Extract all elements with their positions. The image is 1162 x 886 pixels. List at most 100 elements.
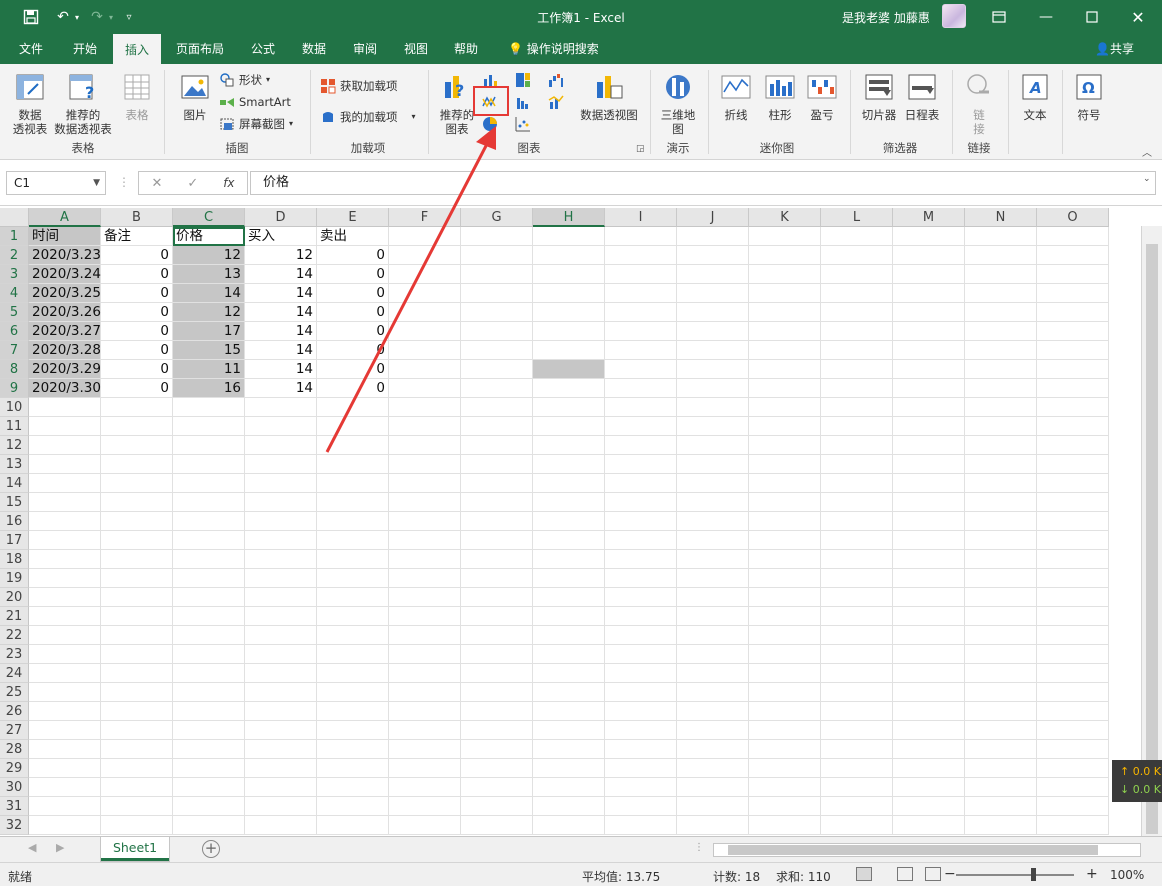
table-cell[interactable]	[245, 740, 317, 759]
table-cell[interactable]	[461, 512, 533, 531]
table-cell[interactable]	[893, 740, 965, 759]
table-cell[interactable]	[461, 227, 533, 246]
table-cell[interactable]: 2020/3.25	[29, 284, 101, 303]
table-cell[interactable]	[317, 569, 389, 588]
row-header[interactable]: 9	[0, 379, 29, 398]
column-header[interactable]: G	[461, 208, 533, 227]
table-cell[interactable]: 14	[245, 360, 317, 379]
table-cell[interactable]	[317, 740, 389, 759]
table-cell[interactable]	[605, 626, 677, 645]
table-cell[interactable]	[533, 493, 605, 512]
table-cell[interactable]	[677, 436, 749, 455]
table-cell[interactable]	[173, 721, 245, 740]
row-header[interactable]: 23	[0, 645, 29, 664]
table-cell[interactable]	[533, 265, 605, 284]
table-cell[interactable]	[821, 341, 893, 360]
table-cell[interactable]: 14	[245, 379, 317, 398]
normal-view-icon[interactable]	[856, 867, 872, 881]
table-cell[interactable]: 15	[173, 341, 245, 360]
table-cell[interactable]	[29, 474, 101, 493]
table-cell[interactable]: 17	[173, 322, 245, 341]
table-cell[interactable]	[317, 645, 389, 664]
table-cell[interactable]	[677, 569, 749, 588]
table-cell[interactable]	[173, 702, 245, 721]
table-cell[interactable]	[1037, 626, 1109, 645]
next-sheet-icon[interactable]: ▶	[56, 841, 64, 854]
table-cell[interactable]	[677, 284, 749, 303]
table-cell[interactable]	[605, 664, 677, 683]
pie-chart-icon[interactable]	[482, 116, 498, 132]
table-cell[interactable]	[605, 436, 677, 455]
table-cell[interactable]	[29, 683, 101, 702]
table-cell[interactable]	[101, 474, 173, 493]
table-cell[interactable]	[965, 607, 1037, 626]
table-cell[interactable]	[1037, 227, 1109, 246]
table-cell[interactable]: 2020/3.26	[29, 303, 101, 322]
table-cell[interactable]	[677, 702, 749, 721]
table-cell[interactable]	[749, 436, 821, 455]
page-layout-view-icon[interactable]	[897, 867, 913, 881]
table-cell[interactable]	[533, 721, 605, 740]
3d-map-button[interactable]: 三维地 图	[656, 72, 700, 136]
table-cell[interactable]	[749, 721, 821, 740]
zoom-slider[interactable]	[956, 874, 1074, 876]
table-cell[interactable]	[29, 816, 101, 835]
table-cell[interactable]	[821, 797, 893, 816]
table-cell[interactable]	[461, 493, 533, 512]
table-cell[interactable]	[821, 588, 893, 607]
table-cell[interactable]	[1037, 455, 1109, 474]
table-cell[interactable]	[533, 588, 605, 607]
table-cell[interactable]	[821, 683, 893, 702]
table-cell[interactable]	[389, 341, 461, 360]
table-cell[interactable]	[893, 702, 965, 721]
table-cell[interactable]	[461, 588, 533, 607]
table-cell[interactable]	[533, 303, 605, 322]
table-cell[interactable]	[245, 550, 317, 569]
table-cell[interactable]	[29, 778, 101, 797]
table-cell[interactable]	[821, 550, 893, 569]
table-cell[interactable]	[317, 683, 389, 702]
table-cell[interactable]: 14	[245, 322, 317, 341]
table-cell[interactable]	[749, 683, 821, 702]
column-header[interactable]: H	[533, 208, 605, 227]
table-cell[interactable]	[533, 455, 605, 474]
table-cell[interactable]	[461, 531, 533, 550]
table-cell[interactable]	[677, 721, 749, 740]
table-cell[interactable]	[245, 493, 317, 512]
table-cell[interactable]	[749, 645, 821, 664]
table-cell[interactable]	[389, 303, 461, 322]
table-cell[interactable]	[749, 246, 821, 265]
table-cell[interactable]	[461, 721, 533, 740]
table-cell[interactable]	[1037, 550, 1109, 569]
table-cell[interactable]	[749, 341, 821, 360]
row-header[interactable]: 29	[0, 759, 29, 778]
name-box[interactable]: C1 ▼	[6, 171, 106, 195]
table-cell[interactable]	[533, 284, 605, 303]
table-cell[interactable]	[677, 474, 749, 493]
table-cell[interactable]	[533, 322, 605, 341]
row-header[interactable]: 2	[0, 246, 29, 265]
table-cell[interactable]	[101, 626, 173, 645]
tab-file[interactable]: 文件	[8, 34, 54, 64]
table-cell[interactable]	[605, 778, 677, 797]
hierarchy-chart-icon[interactable]	[515, 72, 531, 88]
table-cell[interactable]	[965, 284, 1037, 303]
table-cell[interactable]	[1037, 284, 1109, 303]
table-cell[interactable]	[821, 379, 893, 398]
zoom-in-icon[interactable]: +	[1086, 866, 1098, 882]
table-cell[interactable]	[821, 246, 893, 265]
table-cell[interactable]	[533, 664, 605, 683]
table-cell[interactable]	[677, 417, 749, 436]
table-cell[interactable]	[461, 360, 533, 379]
table-cell[interactable]	[29, 512, 101, 531]
add-sheet-icon[interactable]: +	[202, 840, 220, 858]
table-cell[interactable]	[389, 778, 461, 797]
tab-review[interactable]: 审阅	[342, 34, 388, 64]
table-cell[interactable]	[173, 607, 245, 626]
table-cell[interactable]	[461, 759, 533, 778]
tab-insert[interactable]: 插入	[113, 34, 161, 64]
table-cell[interactable]: 0	[317, 322, 389, 341]
table-cell[interactable]	[821, 607, 893, 626]
symbols-button[interactable]: Ω 符号	[1068, 72, 1110, 122]
row-header[interactable]: 27	[0, 721, 29, 740]
